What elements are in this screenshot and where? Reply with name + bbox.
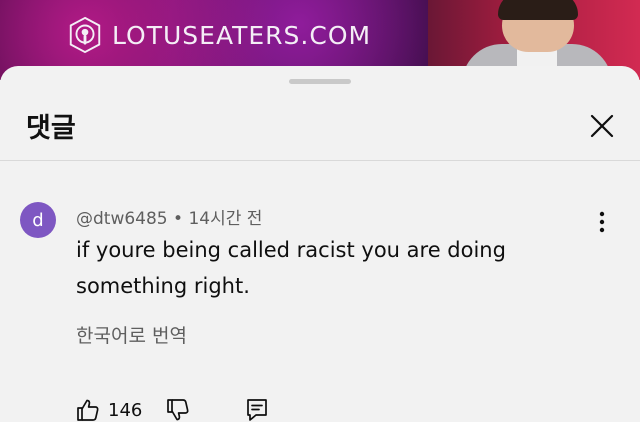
more-options-button[interactable] bbox=[590, 206, 614, 238]
reply-button[interactable] bbox=[246, 398, 268, 422]
comment-author[interactable]: @dtw6485 bbox=[76, 209, 168, 229]
more-vert-icon bbox=[599, 211, 605, 233]
reply-icon bbox=[247, 399, 268, 421]
header-divider bbox=[0, 160, 640, 161]
drag-handle[interactable] bbox=[289, 79, 351, 84]
like-button[interactable]: 146 bbox=[76, 398, 142, 422]
close-button[interactable] bbox=[582, 106, 622, 146]
meta-separator: • bbox=[173, 209, 184, 229]
comments-sheet: 댓글 d @dtw6485 • 14시간 전 if youre being ca… bbox=[0, 66, 640, 422]
podcast-icon bbox=[69, 16, 101, 54]
translate-link[interactable]: 한국어로 번역 bbox=[76, 321, 187, 348]
comment-time: 14시간 전 bbox=[188, 209, 263, 229]
avatar[interactable]: d bbox=[20, 202, 56, 238]
banner-text: LOTUSEATERS.COM bbox=[112, 20, 372, 50]
close-icon bbox=[590, 114, 614, 138]
thumbs-down-icon bbox=[167, 399, 189, 421]
banner-logo: LOTUSEATERS.COM bbox=[66, 16, 371, 54]
comment-meta: @dtw6485 • 14시간 전 bbox=[76, 204, 262, 229]
dislike-button[interactable] bbox=[166, 398, 190, 422]
comment-text: if youre being called racist you are doi… bbox=[76, 238, 506, 298]
avatar-letter: d bbox=[32, 209, 44, 231]
person-hair bbox=[498, 0, 578, 20]
thumbs-up-icon bbox=[77, 399, 99, 421]
like-count: 146 bbox=[108, 399, 143, 421]
comment-actions: 146 bbox=[76, 398, 268, 422]
sheet-title: 댓글 bbox=[26, 113, 76, 144]
